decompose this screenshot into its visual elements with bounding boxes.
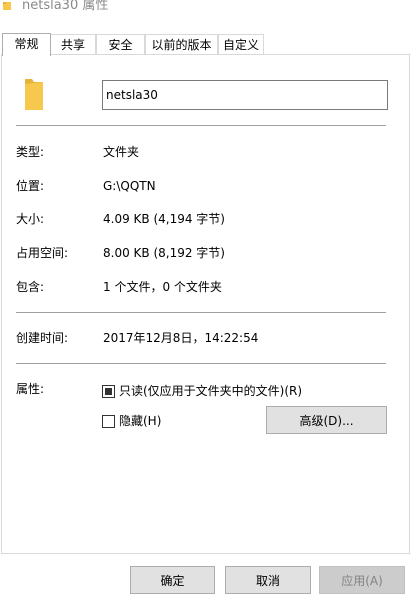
readonly-label[interactable]: 只读(仅应用于文件夹中的文件)(R)	[119, 383, 302, 399]
window-title: netsla30 属性	[22, 0, 109, 13]
size-label: 大小:	[16, 212, 45, 226]
folder-name-input[interactable]	[102, 80, 388, 110]
folder-large-icon	[25, 79, 43, 110]
attributes-label: 属性:	[16, 382, 45, 396]
apply-button[interactable]: 应用(A)	[319, 566, 405, 594]
tab-customize[interactable]: 自定义	[218, 34, 264, 54]
title-bar: netsla30 属性	[0, 0, 411, 30]
ok-button[interactable]: 确定	[130, 566, 215, 594]
readonly-checkbox[interactable]	[102, 385, 115, 398]
created-value: 2017年12月8日，14:22:54	[103, 331, 259, 345]
divider	[16, 125, 386, 126]
size-on-disk-value: 8.00 KB (8,192 字节)	[103, 246, 225, 260]
size-on-disk-label: 占用空间:	[16, 246, 69, 260]
created-label: 创建时间:	[16, 331, 69, 345]
tab-strip: 常规 共享 安全 以前的版本 自定义	[0, 33, 411, 56]
hidden-checkbox[interactable]	[102, 415, 115, 428]
cancel-button[interactable]: 取消	[225, 566, 311, 594]
tab-previous-versions[interactable]: 以前的版本	[145, 34, 218, 54]
divider	[16, 363, 386, 364]
location-value: G:\QQTN	[103, 179, 156, 193]
tab-general[interactable]: 常规	[2, 33, 51, 56]
advanced-button[interactable]: 高级(D)...	[266, 406, 387, 434]
size-value: 4.09 KB (4,194 字节)	[103, 212, 225, 226]
tab-sharing[interactable]: 共享	[50, 34, 96, 54]
tab-security[interactable]: 安全	[96, 34, 145, 54]
location-label: 位置:	[16, 179, 45, 193]
type-label: 类型:	[16, 145, 45, 159]
checkbox-indeterminate-mark	[105, 388, 112, 395]
divider	[16, 312, 386, 313]
folder-icon	[3, 2, 11, 10]
general-tab-panel	[1, 54, 410, 554]
type-value: 文件夹	[103, 145, 140, 159]
contains-label: 包含:	[16, 280, 45, 294]
hidden-label[interactable]: 隐藏(H)	[119, 413, 161, 429]
contains-value: 1 个文件，0 个文件夹	[103, 280, 222, 294]
